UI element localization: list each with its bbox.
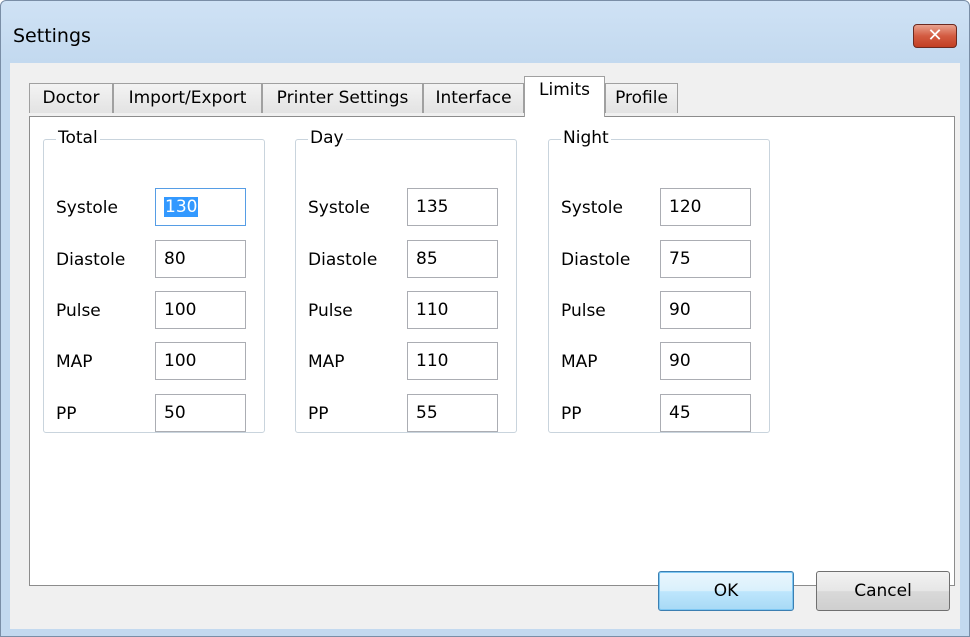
label-night-pulse: Pulse [561, 301, 606, 321]
label-night-systole: Systole [561, 198, 623, 218]
total-map-input[interactable]: 100 [155, 342, 246, 380]
close-button[interactable]: ✕ [913, 24, 957, 48]
total-pp-input[interactable]: 50 [155, 394, 246, 432]
total-pulse-input[interactable]: 100 [155, 291, 246, 329]
night-pp-input[interactable]: 45 [660, 394, 751, 432]
label-day-map: MAP [308, 352, 345, 372]
label-total-pp: PP [56, 404, 77, 424]
close-icon: ✕ [927, 25, 943, 46]
group-total: Total Systole 130 Diastole 80 Pulse 100 … [43, 128, 265, 433]
night-systole-input[interactable]: 120 [660, 188, 751, 226]
group-title-day: Day [308, 128, 346, 148]
label-night-map: MAP [561, 352, 598, 372]
night-pulse-input[interactable]: 90 [660, 291, 751, 329]
dialog-body: Doctor Import/Export Printer Settings In… [10, 63, 960, 629]
label-total-diastole: Diastole [56, 250, 126, 270]
group-title-total: Total [56, 128, 100, 148]
tab-doctor[interactable]: Doctor [29, 83, 113, 113]
tab-interface[interactable]: Interface [423, 83, 524, 113]
total-systole-value: 130 [164, 197, 199, 217]
tab-profile[interactable]: Profile [605, 83, 678, 113]
window-title: Settings [13, 25, 91, 47]
title-bar[interactable]: Settings ✕ [1, 1, 969, 63]
limits-panel: Total Systole 130 Diastole 80 Pulse 100 … [29, 116, 955, 586]
ok-button[interactable]: OK [658, 571, 794, 611]
group-day: Day Systole 135 Diastole 85 Pulse 110 MA… [295, 128, 517, 433]
label-day-diastole: Diastole [308, 250, 378, 270]
night-diastole-input[interactable]: 75 [660, 240, 751, 278]
tab-strip: Doctor Import/Export Printer Settings In… [10, 63, 960, 117]
day-diastole-input[interactable]: 85 [407, 240, 498, 278]
label-night-pp: PP [561, 404, 582, 424]
cancel-button[interactable]: Cancel [816, 571, 950, 611]
total-systole-input[interactable]: 130 [155, 188, 246, 226]
tab-import-export[interactable]: Import/Export [113, 83, 262, 113]
tab-printer-settings[interactable]: Printer Settings [262, 83, 423, 113]
label-total-systole: Systole [56, 198, 118, 218]
label-day-pp: PP [308, 404, 329, 424]
day-systole-input[interactable]: 135 [407, 188, 498, 226]
night-map-input[interactable]: 90 [660, 342, 751, 380]
settings-window: Settings ✕ Doctor Import/Export Printer … [0, 0, 970, 637]
day-map-input[interactable]: 110 [407, 342, 498, 380]
tab-limits[interactable]: Limits [524, 76, 605, 117]
label-day-pulse: Pulse [308, 301, 353, 321]
day-pulse-input[interactable]: 110 [407, 291, 498, 329]
group-night: Night Systole 120 Diastole 75 Pulse 90 M… [548, 128, 770, 433]
total-diastole-input[interactable]: 80 [155, 240, 246, 278]
label-day-systole: Systole [308, 198, 370, 218]
label-night-diastole: Diastole [561, 250, 631, 270]
group-title-night: Night [561, 128, 611, 148]
label-total-map: MAP [56, 352, 93, 372]
label-total-pulse: Pulse [56, 301, 101, 321]
day-pp-input[interactable]: 55 [407, 394, 498, 432]
